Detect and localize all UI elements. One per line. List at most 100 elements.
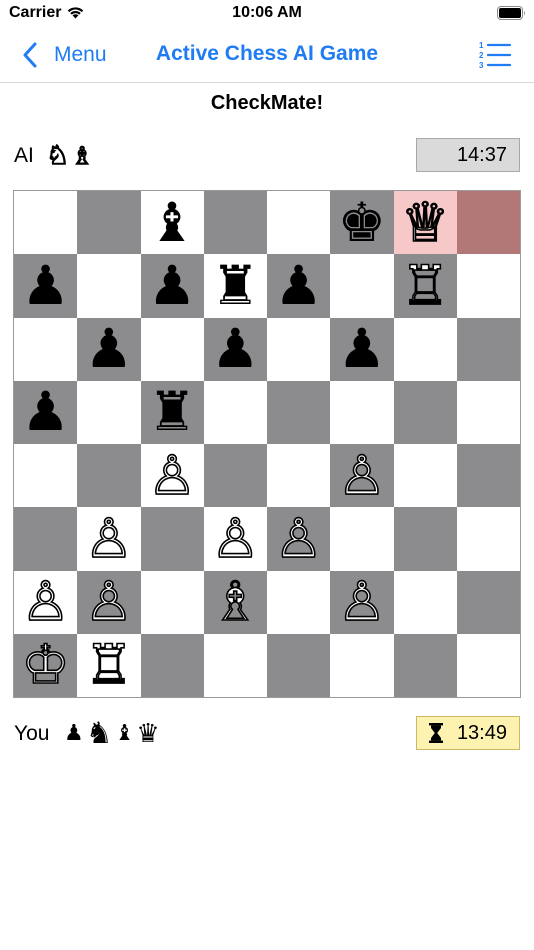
chess-piece[interactable]: ♙: [210, 511, 260, 567]
board-square[interactable]: ♝: [140, 191, 204, 255]
chess-piece[interactable]: ♟: [21, 258, 69, 313]
board-square[interactable]: [140, 633, 204, 697]
player-row: You ♟ ♞ ♝ ♛ 13:49: [14, 716, 520, 752]
board-square[interactable]: ♙: [203, 507, 267, 571]
board-square[interactable]: [203, 633, 267, 697]
board-square[interactable]: [77, 254, 141, 318]
board-square[interactable]: [393, 570, 457, 634]
board-square[interactable]: [267, 191, 331, 255]
chess-piece[interactable]: ♖: [84, 637, 134, 693]
opponent-timer-value: 14:37: [456, 143, 507, 166]
chess-piece[interactable]: ♝: [148, 195, 196, 250]
board-square[interactable]: ♙: [77, 507, 141, 571]
chess-piece[interactable]: ♙: [274, 511, 324, 567]
chess-piece[interactable]: ♙: [147, 447, 197, 503]
board-square[interactable]: ♙: [330, 444, 394, 508]
chess-piece[interactable]: ♙: [84, 574, 134, 630]
chess-piece[interactable]: ♖: [400, 258, 450, 314]
chess-piece[interactable]: ♟: [148, 258, 196, 313]
board-square[interactable]: ♜: [140, 380, 204, 444]
board-square[interactable]: ♙: [77, 570, 141, 634]
opponent-name: AI: [14, 144, 34, 167]
board-square[interactable]: [140, 317, 204, 381]
board-square[interactable]: ♟: [203, 317, 267, 381]
board-square[interactable]: ♟: [14, 254, 78, 318]
chess-piece[interactable]: ♟: [274, 258, 322, 313]
opponent-timer: 14:37: [416, 138, 520, 172]
board-square[interactable]: ♙: [140, 444, 204, 508]
board-square[interactable]: [203, 444, 267, 508]
board-square[interactable]: ♕: [393, 191, 457, 255]
chess-piece[interactable]: ♟: [85, 322, 133, 376]
player-timer-value: 13:49: [456, 721, 507, 744]
board-square[interactable]: [267, 570, 331, 634]
board-square[interactable]: [330, 254, 394, 318]
board-square[interactable]: [77, 444, 141, 508]
chess-piece[interactable]: ♔: [21, 637, 71, 693]
board-square[interactable]: [393, 317, 457, 381]
chess-piece[interactable]: ♙: [337, 447, 387, 503]
board-square[interactable]: ♙: [330, 570, 394, 634]
board-square[interactable]: ♜: [203, 254, 267, 318]
board-square[interactable]: [330, 507, 394, 571]
board-square[interactable]: [456, 633, 520, 697]
board-square[interactable]: [140, 507, 204, 571]
board-square[interactable]: [456, 570, 520, 634]
chess-piece[interactable]: ♙: [21, 574, 71, 630]
board-square[interactable]: [14, 444, 78, 508]
player-timer: 13:49: [416, 716, 520, 750]
board-square[interactable]: ♙: [14, 570, 78, 634]
board-square[interactable]: [203, 380, 267, 444]
board-square[interactable]: [267, 380, 331, 444]
board-square[interactable]: [14, 191, 78, 255]
chess-piece[interactable]: ♟: [211, 322, 259, 376]
board-square[interactable]: [393, 507, 457, 571]
board-square[interactable]: ♟: [77, 317, 141, 381]
board-square[interactable]: ♟: [14, 380, 78, 444]
board-square[interactable]: ♟: [267, 254, 331, 318]
board-square[interactable]: [456, 317, 520, 381]
board-square[interactable]: [77, 191, 141, 255]
board-square[interactable]: [267, 444, 331, 508]
board-square[interactable]: ♖: [393, 254, 457, 318]
board-square[interactable]: ♚: [330, 191, 394, 255]
board-square[interactable]: [393, 633, 457, 697]
board-square[interactable]: ♖: [77, 633, 141, 697]
board-square[interactable]: [140, 570, 204, 634]
chess-piece[interactable]: ♜: [211, 258, 259, 313]
board-square[interactable]: [267, 633, 331, 697]
board-square[interactable]: [14, 507, 78, 571]
board-square[interactable]: [14, 317, 78, 381]
board-square[interactable]: [456, 507, 520, 571]
captured-piece: ♗: [71, 142, 94, 170]
board-square[interactable]: [330, 633, 394, 697]
board-square[interactable]: ♟: [140, 254, 204, 318]
hourglass-icon: [428, 723, 443, 743]
board-square[interactable]: [456, 380, 520, 444]
board-square[interactable]: [456, 444, 520, 508]
chess-piece[interactable]: ♕: [400, 194, 450, 250]
status-bar: Carrier 10:06 AM: [0, 0, 534, 30]
board-square[interactable]: [267, 317, 331, 381]
board-square[interactable]: ♟: [330, 317, 394, 381]
numbered-list-icon[interactable]: 1 2 3: [478, 40, 512, 70]
chess-piece[interactable]: ♗: [210, 574, 260, 630]
captured-piece: ♟: [64, 721, 84, 746]
chess-piece[interactable]: ♟: [338, 322, 386, 376]
board-square[interactable]: [456, 191, 520, 255]
chess-piece[interactable]: ♟: [21, 385, 69, 439]
chess-piece[interactable]: ♙: [84, 511, 134, 567]
board-square[interactable]: [203, 191, 267, 255]
board-square[interactable]: ♙: [267, 507, 331, 571]
board-square[interactable]: ♔: [14, 633, 78, 697]
board-square[interactable]: [456, 254, 520, 318]
chess-piece[interactable]: ♜: [148, 385, 196, 439]
board-square[interactable]: [330, 380, 394, 444]
page-title: Active Chess AI Game: [155, 42, 379, 65]
board-square[interactable]: [393, 380, 457, 444]
board-square[interactable]: ♗: [203, 570, 267, 634]
chess-piece[interactable]: ♚: [338, 195, 386, 250]
chess-piece[interactable]: ♙: [337, 574, 387, 630]
board-square[interactable]: [77, 380, 141, 444]
board-square[interactable]: [393, 444, 457, 508]
